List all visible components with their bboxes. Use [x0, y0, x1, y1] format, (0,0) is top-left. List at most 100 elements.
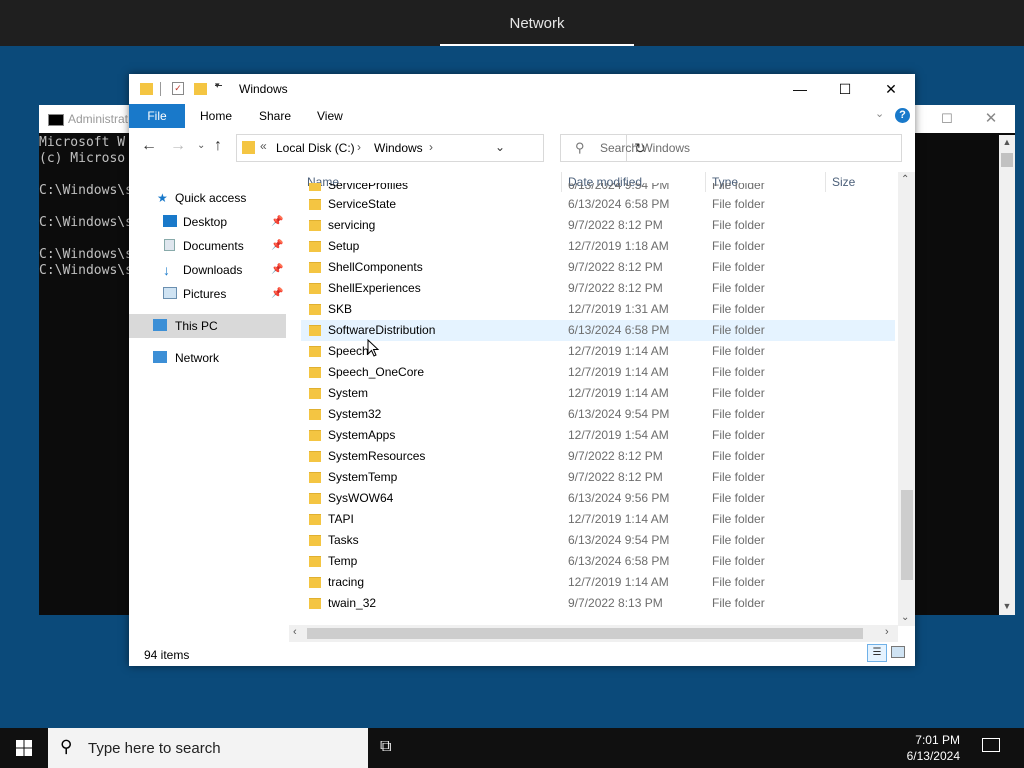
file-explorer-window[interactable]: ✓ ▾ Windows — ☐ ✕ File Home Share View ⌄… [129, 74, 915, 666]
list-item[interactable]: SKB 12/7/2019 1:31 AM File folder [301, 299, 895, 320]
nav-downloads[interactable]: ↓ Downloads 📌 [129, 258, 289, 282]
details-view-icon[interactable]: ☰ [867, 644, 887, 662]
address-row: ← → ⌄ ↑ « Local Disk (C:) › Windows › ⌄ … [129, 132, 915, 166]
taskbar-search-input[interactable]: Type here to search [88, 740, 221, 757]
maximize-button[interactable]: ☐ [822, 74, 868, 104]
list-item[interactable]: servicing 9/7/2022 8:12 PM File folder [301, 215, 895, 236]
scroll-up-icon[interactable]: ▲ [1001, 137, 1013, 149]
console-maximize-button[interactable]: ☐ [935, 105, 959, 133]
list-item[interactable]: Temp 6/13/2024 6:58 PM File folder [301, 551, 895, 572]
scroll-up-icon[interactable]: ⌃ [901, 174, 909, 185]
computer-icon [153, 319, 167, 331]
breadcrumb-local-disk[interactable]: Local Disk (C:) [276, 141, 355, 155]
minimize-button[interactable]: — [777, 74, 823, 104]
item-date: 12/7/2019 1:14 AM [568, 512, 669, 526]
list-item[interactable]: Speech_OneCore 12/7/2019 1:14 AM File fold… [301, 362, 895, 383]
list-item[interactable]: TAPI 12/7/2019 1:14 AM File folder [301, 509, 895, 530]
address-bar[interactable]: « Local Disk (C:) › Windows › ⌄ ↻ [236, 134, 646, 162]
divider [160, 82, 161, 96]
taskbar: ⚲ Type here to search ⧉ 7:01 PM 6/13/202… [0, 728, 1024, 768]
list-item[interactable]: Tasks 6/13/2024 9:54 PM File folder [301, 530, 895, 551]
list-item[interactable]: SystemResources 9/7/2022 8:12 PM File fold… [301, 446, 895, 467]
address-dropdown-icon[interactable]: ⌄ [495, 140, 505, 154]
list-item[interactable]: SystemTemp 9/7/2022 8:12 PM File folder [301, 467, 895, 488]
item-type: File folder [712, 407, 765, 421]
tab-share[interactable]: Share [259, 104, 291, 128]
scroll-right-icon[interactable]: › [885, 626, 889, 638]
tab-file[interactable]: File [129, 104, 185, 128]
scroll-down-icon[interactable]: ▼ [1001, 601, 1013, 613]
breadcrumb-windows[interactable]: Windows [374, 141, 423, 155]
list-item[interactable]: ShellComponents 9/7/2022 8:12 PM File fold… [301, 257, 895, 278]
scroll-down-icon[interactable]: ⌄ [901, 612, 909, 623]
horizontal-scrollbar[interactable]: ‹ › [289, 625, 898, 642]
item-name: SysWOW64 [328, 491, 394, 505]
console-scrollbar[interactable]: ▲ ▼ [999, 135, 1015, 615]
expand-ribbon-icon[interactable]: ⌄ [875, 107, 884, 120]
pin-icon[interactable]: 📌 [271, 210, 283, 234]
properties-icon[interactable]: ✓ [172, 82, 184, 95]
nav-label: Pictures [183, 287, 227, 301]
task-view-icon[interactable]: ⧉ [380, 738, 391, 756]
nav-documents[interactable]: Documents 📌 [129, 234, 289, 258]
list-item-hovered[interactable]: SoftwareDistribution 6/13/2024 6:58 PM Fil… [301, 320, 895, 341]
breadcrumb-separator[interactable]: › [357, 140, 361, 154]
item-date: 12/7/2019 1:31 AM [568, 302, 669, 316]
list-item[interactable]: tracing 12/7/2019 1:14 AM File folder [301, 572, 895, 593]
item-type: File folder [712, 260, 765, 274]
close-button[interactable]: ✕ [868, 74, 914, 104]
nav-label: This PC [175, 319, 218, 333]
up-arrow-icon[interactable]: ↑ [214, 137, 222, 155]
item-count: 94 items [144, 648, 190, 662]
pin-icon[interactable]: 📌 [271, 282, 283, 306]
forward-arrow-icon[interactable]: → [170, 137, 186, 155]
list-item[interactable]: System 12/7/2019 1:14 AM File folder [301, 383, 895, 404]
tab-view[interactable]: View [317, 104, 343, 128]
list-item[interactable]: twain_32 9/7/2022 8:13 PM File folder [301, 593, 895, 614]
large-icons-view-icon[interactable] [891, 646, 905, 658]
nav-network[interactable]: Network [129, 346, 289, 370]
pin-icon[interactable]: 📌 [271, 234, 283, 258]
file-list[interactable]: Name ⌃ Date modified Type Size ServicePr… [301, 170, 895, 628]
recent-locations-icon[interactable]: ⌄ [197, 140, 205, 151]
list-item[interactable]: System32 6/13/2024 9:54 PM File folder [301, 404, 895, 425]
nav-pictures[interactable]: Pictures 📌 [129, 282, 289, 306]
search-input[interactable]: Search Windows [600, 141, 690, 155]
scroll-left-icon[interactable]: ‹ [293, 626, 297, 638]
console-icon [48, 114, 64, 126]
system-clock[interactable]: 7:01 PM 6/13/2024 [880, 732, 960, 764]
tab-home[interactable]: Home [200, 104, 232, 128]
nav-this-pc[interactable]: This PC [129, 314, 286, 338]
list-item[interactable]: SystemApps 12/7/2019 1:54 AM File folder [301, 425, 895, 446]
folder-icon [309, 430, 321, 441]
notifications-icon[interactable] [982, 738, 1000, 752]
item-date: 6/13/2024 9:54 PM [568, 407, 670, 421]
vertical-scroll-thumb[interactable] [901, 490, 913, 580]
item-name: tracing [328, 575, 365, 589]
list-item[interactable]: Speech 12/7/2019 1:14 AM File folder [301, 341, 895, 362]
list-item[interactable]: SysWOW64 6/13/2024 9:56 PM File folder [301, 488, 895, 509]
nav-desktop[interactable]: Desktop 📌 [129, 210, 289, 234]
item-date: 9/7/2022 8:12 PM [568, 449, 663, 463]
explorer-titlebar[interactable]: ✓ ▾ Windows — ☐ ✕ [129, 74, 915, 104]
folder-icon [140, 83, 153, 95]
pin-icon[interactable]: 📌 [271, 258, 283, 282]
address-chevron[interactable]: « [260, 139, 267, 153]
folder-icon [309, 598, 321, 609]
breadcrumb-separator[interactable]: › [429, 140, 433, 154]
new-folder-icon[interactable] [194, 83, 207, 95]
nav-quick-access[interactable]: ★ Quick access [129, 186, 289, 210]
item-name: System [328, 386, 369, 400]
list-item[interactable]: ServiceState 6/13/2024 6:58 PM File folder [301, 194, 895, 215]
taskbar-search-box[interactable]: ⚲ Type here to search [48, 728, 368, 768]
console-close-button[interactable]: ✕ [979, 105, 1003, 133]
back-arrow-icon[interactable]: ← [141, 137, 157, 155]
search-box[interactable]: ⚲ Search Windows [560, 134, 902, 162]
vertical-scrollbar[interactable]: ⌃ ⌄ [898, 172, 915, 626]
list-item[interactable]: Setup 12/7/2019 1:18 AM File folder [301, 236, 895, 257]
console-scroll-thumb[interactable] [1001, 153, 1013, 167]
horizontal-scroll-thumb[interactable] [307, 628, 863, 639]
help-button[interactable]: ? [895, 108, 910, 123]
start-button[interactable] [0, 728, 48, 768]
list-item[interactable]: ShellExperiences 9/7/2022 8:12 PM File fol… [301, 278, 895, 299]
